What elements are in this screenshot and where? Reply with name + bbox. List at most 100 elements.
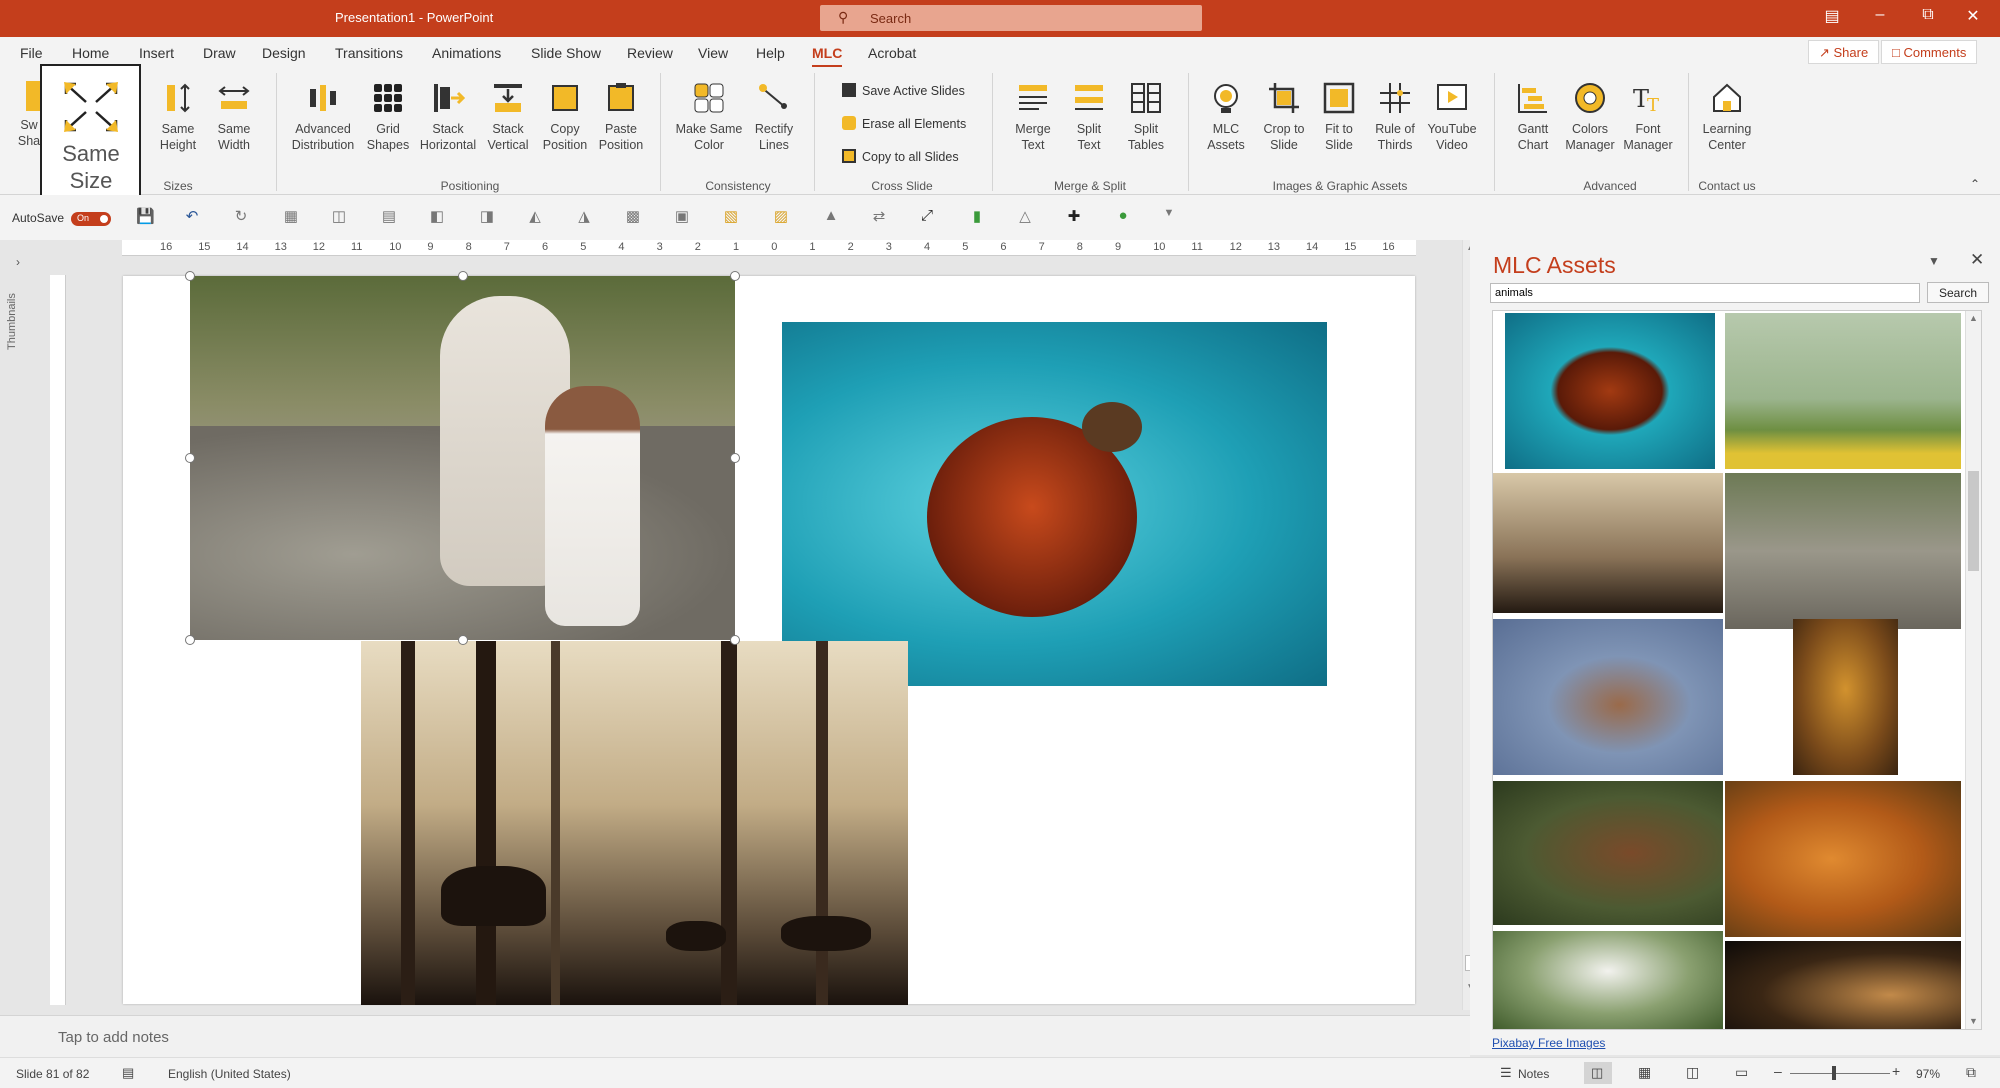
asset-search-button[interactable]: Search (1927, 282, 1989, 303)
gallery-scroll-thumb[interactable] (1968, 471, 1979, 571)
language-indicator[interactable]: English (United States) (168, 1067, 291, 1081)
autosave-toggle[interactable]: On (71, 212, 111, 226)
youtube-video-button[interactable]: YouTube Video (1426, 81, 1478, 153)
tab-animations[interactable]: Animations (432, 45, 501, 61)
tab-insert[interactable]: Insert (139, 45, 174, 61)
gallery-thumb-lion[interactable] (1793, 619, 1898, 775)
rectify-lines-button[interactable]: Rectify Lines (750, 81, 798, 153)
tab-help[interactable]: Help (756, 45, 785, 61)
align-top-icon[interactable]: ◭ (526, 207, 544, 225)
stack-vertical-button[interactable]: Stack Vertical (484, 81, 532, 153)
notes-pane[interactable]: Tap to add notes (0, 1015, 1470, 1057)
flip-icon[interactable]: ▲ (822, 207, 840, 225)
merge-text-button[interactable]: Merge Text (1008, 81, 1058, 153)
bring-forward-icon[interactable]: △ (1016, 207, 1034, 225)
align-middle-icon[interactable]: ◮ (575, 207, 593, 225)
resize-handle[interactable] (730, 635, 740, 645)
swap-positions-icon[interactable]: ⇄ (870, 207, 888, 225)
gallery-thumb-bird[interactable] (1493, 619, 1723, 775)
notes-toggle[interactable]: Notes (1518, 1067, 1549, 1081)
split-tables-button[interactable]: Split Tables (1120, 81, 1172, 153)
stack-horizontal-button[interactable]: Stack Horizontal (416, 81, 480, 153)
asset-search-input[interactable] (1490, 283, 1920, 303)
tab-review[interactable]: Review (627, 45, 673, 61)
pane-options-icon[interactable]: ▼ (1928, 254, 1940, 268)
ungroup-icon[interactable]: ▧ (722, 207, 740, 225)
align-left-icon[interactable]: ◧ (428, 207, 446, 225)
copy-to-all-slides-button[interactable]: Copy to all Slides (842, 149, 959, 164)
regroup-icon[interactable]: ▨ (772, 207, 790, 225)
forest-deer-image[interactable] (361, 641, 908, 1005)
expand-thumbnails-icon[interactable]: › (16, 255, 20, 269)
copy-position-button[interactable]: Copy Position (540, 81, 590, 153)
gallery-scroll-down-icon[interactable]: ▼ (1969, 1016, 1978, 1026)
align-icon[interactable]: ▦ (282, 207, 300, 225)
close-icon[interactable]: ✕ (1953, 6, 1993, 26)
grid-shapes-button[interactable]: Grid Shapes (364, 81, 412, 153)
crop-to-slide-button[interactable]: Crop to Slide (1258, 81, 1310, 153)
advanced-distribution-button[interactable]: Advanced Distribution (288, 81, 358, 153)
search-box[interactable]: ⚲ Search (820, 5, 1202, 31)
normal-view-button[interactable]: ◫ (1584, 1062, 1612, 1084)
erase-all-elements-button[interactable]: Erase all Elements (842, 116, 966, 131)
customize-qat-icon[interactable]: ▼ (1160, 207, 1178, 225)
redo-icon[interactable]: ↻ (232, 207, 250, 225)
tab-acrobat[interactable]: Acrobat (868, 45, 916, 61)
align-right-icon[interactable]: ◨ (478, 207, 496, 225)
slide-canvas[interactable] (123, 271, 1415, 1005)
gallery-thumb-eagle[interactable] (1493, 781, 1723, 925)
share-button[interactable]: ↗ Share (1808, 40, 1880, 64)
paste-position-button[interactable]: Paste Position (596, 81, 646, 153)
thumbnails-label[interactable]: Thumbnails (6, 293, 18, 350)
slideshow-icon[interactable]: ▭ (1735, 1064, 1748, 1081)
crosshair-icon[interactable]: ✚ (1065, 207, 1083, 225)
make-same-color-button[interactable]: Make Same Color (674, 81, 744, 153)
mlc-assets-button[interactable]: MLC Assets (1200, 81, 1252, 153)
tab-home[interactable]: Home (72, 45, 109, 61)
gantt-chart-button[interactable]: Gantt Chart (1508, 81, 1558, 153)
gallery-thumb-lion-dark[interactable] (1725, 941, 1961, 1029)
rule-of-thirds-button[interactable]: Rule of Thirds (1368, 81, 1422, 153)
font-manager-button[interactable]: TT Font Manager (1620, 81, 1676, 153)
fit-slide-icon[interactable]: ⧉ (1966, 1064, 1976, 1081)
resize-handle[interactable] (185, 271, 195, 281)
save-icon[interactable]: 💾 (136, 207, 155, 225)
same-width-button[interactable]: Same Width (210, 81, 258, 153)
colors-manager-button[interactable]: Colors Manager (1562, 81, 1618, 153)
learning-center-button[interactable]: Learning Center (1698, 81, 1756, 153)
same-height-button[interactable]: Same Height (154, 81, 202, 153)
save-active-slides-button[interactable]: Save Active Slides (842, 83, 965, 98)
same-size-button[interactable]: Same Size (40, 64, 141, 211)
gallery-scroll-up-icon[interactable]: ▲ (1969, 313, 1978, 323)
notes-placeholder[interactable]: Tap to add notes (58, 1029, 169, 1046)
gallery-thumb-turtle[interactable] (1505, 313, 1715, 469)
gallery-thumb-butterflies[interactable] (1725, 313, 1961, 469)
zoom-slider[interactable] (1790, 1073, 1890, 1074)
tab-mlc[interactable]: MLC (812, 45, 843, 68)
zoom-out-icon[interactable]: – (1774, 1063, 1782, 1079)
gallery-scrollbar[interactable]: ▲ ▼ (1965, 311, 1981, 1029)
minimize-icon[interactable]: – (1860, 6, 1900, 24)
lock-icon[interactable]: ● (1114, 207, 1132, 225)
resize-handle[interactable] (730, 453, 740, 463)
slide-counter[interactable]: Slide 81 of 82 (16, 1067, 89, 1081)
resize-handle[interactable] (730, 271, 740, 281)
resize-handle[interactable] (185, 635, 195, 645)
collapse-ribbon-icon[interactable]: ⌃ (1970, 177, 1980, 191)
slide-sorter-icon[interactable]: ▦ (1638, 1064, 1651, 1081)
align-bottom-icon[interactable]: ▩ (624, 207, 642, 225)
gallery-thumb-fox[interactable] (1725, 781, 1961, 937)
tab-transitions[interactable]: Transitions (335, 45, 403, 61)
group-icon[interactable]: ▣ (673, 207, 691, 225)
tab-slide-show[interactable]: Slide Show (531, 45, 601, 61)
zoom-level[interactable]: 97% (1916, 1067, 1940, 1081)
distribute-icon[interactable]: ▤ (380, 207, 398, 225)
tab-design[interactable]: Design (262, 45, 306, 61)
undo-icon[interactable]: ↶ (183, 207, 201, 225)
accessibility-icon[interactable]: ▤ (122, 1065, 134, 1081)
pane-close-icon[interactable]: ✕ (1970, 250, 1984, 270)
resize-handle[interactable] (458, 635, 468, 645)
gallery-thumb-flowers[interactable] (1493, 931, 1723, 1029)
resize-handle[interactable] (458, 271, 468, 281)
gallery-thumb-forest[interactable] (1493, 473, 1723, 613)
